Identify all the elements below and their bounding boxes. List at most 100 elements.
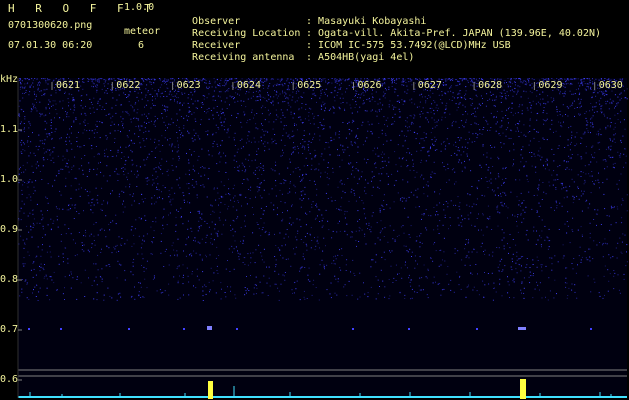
- noise-pixel: [216, 246, 218, 248]
- noise-pixel: [69, 140, 71, 142]
- noise-pixel: [425, 136, 427, 138]
- noise-pixel: [535, 84, 537, 86]
- noise-pixel: [508, 85, 510, 87]
- noise-pixel: [133, 258, 135, 260]
- noise-pixel: [408, 234, 410, 236]
- noise-pixel: [312, 113, 314, 115]
- noise-pixel: [139, 166, 141, 168]
- noise-pixel: [427, 195, 429, 197]
- noise-pixel: [71, 126, 72, 128]
- noise-pixel: [458, 205, 460, 207]
- noise-pixel: [404, 294, 406, 296]
- noise-pixel: [202, 271, 204, 273]
- noise-pixel: [131, 226, 133, 228]
- noise-pixel: [287, 258, 289, 260]
- noise-pixel: [501, 271, 503, 272]
- noise-pixel: [21, 80, 23, 82]
- noise-pixel: [333, 112, 335, 114]
- noise-pixel: [425, 184, 427, 186]
- noise-pixel: [501, 184, 503, 186]
- noise-pixel: [257, 191, 259, 193]
- noise-pixel: [67, 98, 69, 100]
- noise-pixel: [50, 125, 52, 127]
- noise-pixel: [162, 145, 164, 146]
- noise-pixel: [288, 222, 290, 224]
- noise-pixel: [242, 146, 244, 148]
- noise-pixel: [319, 221, 321, 222]
- noise-pixel: [171, 146, 172, 148]
- noise-pixel: [610, 257, 612, 259]
- noise-pixel: [382, 167, 384, 169]
- noise-pixel: [467, 81, 469, 83]
- noise-pixel: [520, 154, 522, 156]
- noise-pixel: [593, 157, 595, 159]
- noise-pixel: [539, 147, 541, 149]
- noise-pixel: [263, 87, 265, 89]
- noise-pixel: [73, 109, 75, 111]
- noise-pixel: [199, 217, 201, 219]
- noise-pixel: [251, 109, 253, 111]
- noise-pixel: [262, 168, 264, 169]
- noise-pixel: [30, 199, 32, 201]
- noise-pixel: [582, 193, 584, 195]
- noise-pixel: [56, 113, 58, 115]
- noise-pixel: [446, 78, 448, 80]
- noise-pixel: [86, 190, 88, 192]
- noise-pixel: [272, 169, 274, 171]
- noise-pixel: [261, 129, 263, 131]
- noise-pixel: [211, 86, 213, 88]
- noise-pixel: [83, 81, 85, 83]
- noise-pixel: [484, 195, 486, 197]
- noise-pixel: [178, 78, 180, 79]
- noise-pixel: [391, 86, 393, 87]
- noise-pixel: [137, 118, 139, 120]
- noise-pixel: [346, 295, 348, 297]
- noise-pixel: [200, 225, 202, 227]
- noise-pixel: [368, 224, 370, 226]
- noise-pixel: [21, 172, 22, 174]
- noise-pixel: [215, 124, 217, 126]
- noise-pixel: [38, 145, 40, 147]
- noise-pixel: [566, 232, 568, 234]
- noise-pixel: [322, 250, 324, 252]
- noise-pixel: [182, 104, 183, 106]
- noise-pixel: [320, 176, 321, 178]
- noise-pixel: [146, 79, 148, 81]
- noise-pixel: [395, 180, 397, 182]
- noise-pixel: [546, 236, 548, 238]
- noise-pixel: [108, 223, 110, 225]
- noise-pixel: [147, 100, 149, 102]
- noise-pixel: [87, 249, 89, 251]
- noise-pixel: [307, 165, 309, 166]
- noise-pixel: [60, 168, 62, 170]
- noise-pixel: [232, 219, 234, 221]
- noise-pixel: [27, 82, 29, 84]
- noise-pixel: [326, 264, 328, 266]
- noise-pixel: [409, 169, 411, 171]
- noise-pixel: [436, 110, 438, 112]
- noise-pixel: [363, 282, 364, 284]
- noise-pixel: [384, 133, 386, 135]
- noise-pixel: [43, 89, 45, 91]
- noise-pixel: [236, 151, 238, 153]
- noise-pixel: [138, 203, 140, 205]
- noise-pixel: [474, 89, 476, 91]
- noise-pixel: [28, 182, 29, 184]
- noise-pixel: [325, 81, 327, 83]
- noise-pixel: [423, 146, 425, 148]
- noise-pixel: [395, 264, 397, 266]
- noise-pixel: [302, 153, 304, 154]
- noise-pixel: [192, 168, 194, 170]
- noise-pixel: [496, 95, 497, 97]
- noise-pixel: [370, 226, 372, 228]
- noise-pixel: [49, 134, 51, 136]
- noise-pixel: [71, 148, 73, 150]
- noise-pixel: [110, 150, 112, 151]
- noise-pixel: [374, 163, 376, 165]
- noise-pixel: [213, 211, 215, 213]
- noise-pixel: [113, 78, 115, 80]
- noise-pixel: [592, 78, 593, 80]
- noise-pixel: [35, 296, 37, 297]
- noise-pixel: [606, 117, 608, 119]
- noise-pixel: [540, 244, 542, 246]
